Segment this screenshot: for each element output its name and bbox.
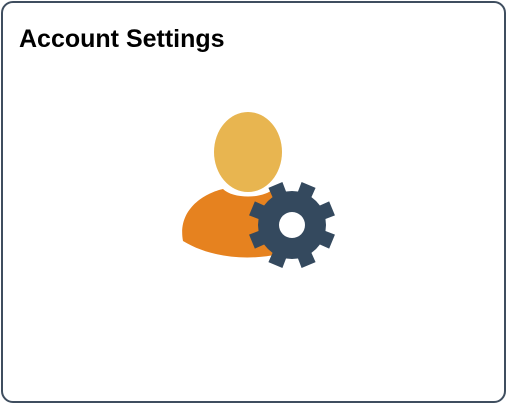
tile-title: Account Settings [19,25,225,53]
gear-hole-shape [279,212,305,238]
account-settings-tile[interactable]: Account Settings [1,1,506,403]
user-head-shape [214,112,282,192]
user-settings-icon [182,112,335,268]
